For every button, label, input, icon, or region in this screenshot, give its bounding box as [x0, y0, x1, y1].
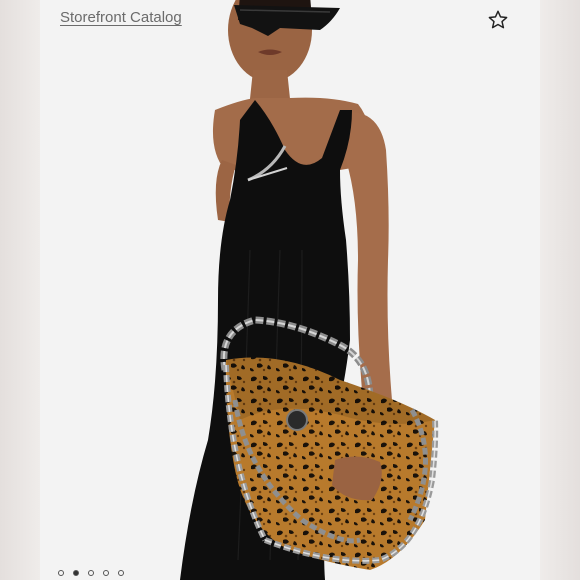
product-photo — [40, 0, 540, 580]
favorite-button[interactable] — [486, 8, 510, 32]
carousel-dot[interactable] — [118, 570, 124, 576]
carousel-pagination — [58, 570, 124, 576]
right-blur-edge — [540, 0, 580, 580]
carousel-dot-active[interactable] — [73, 570, 79, 576]
carousel-dot[interactable] — [103, 570, 109, 576]
carousel-dot[interactable] — [58, 570, 64, 576]
star-outline-icon — [488, 10, 508, 29]
left-blur-edge — [0, 0, 40, 580]
product-image-viewer[interactable]: Storefront Catalog — [40, 0, 540, 580]
carousel-dot[interactable] — [88, 570, 94, 576]
storefront-catalog-link[interactable]: Storefront Catalog — [60, 9, 182, 26]
